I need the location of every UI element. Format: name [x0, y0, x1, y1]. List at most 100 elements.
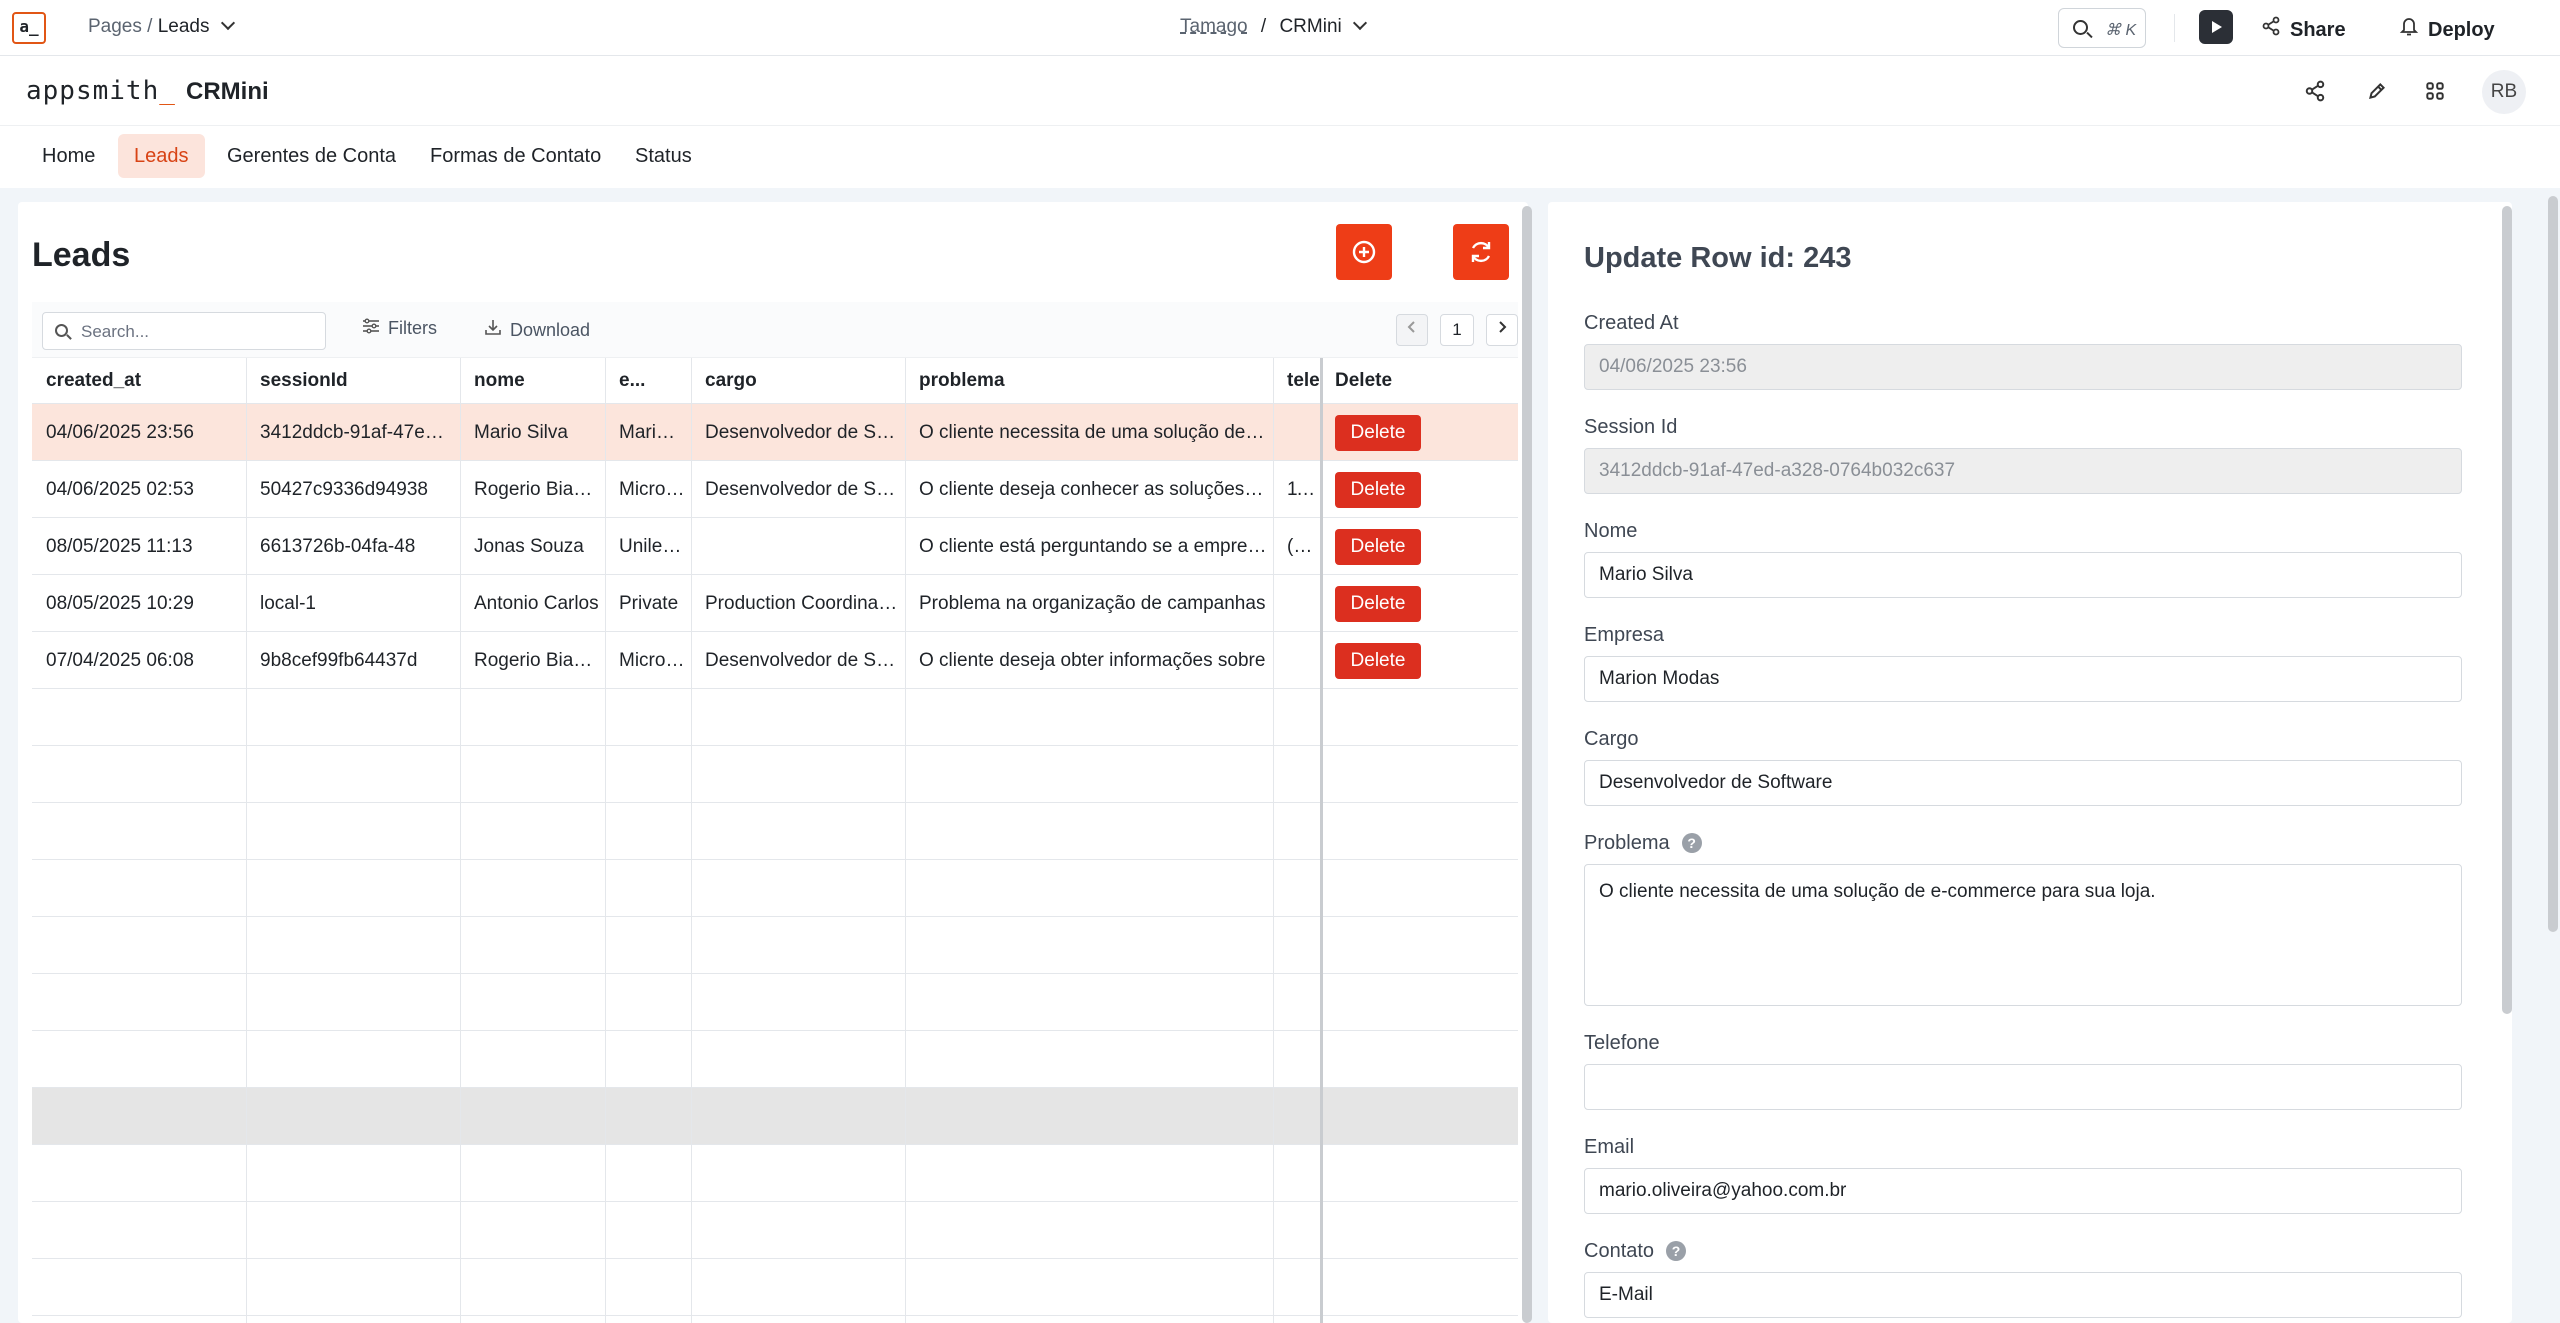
refresh-button[interactable]: [1453, 224, 1509, 280]
search-icon: [2073, 20, 2088, 35]
share-button[interactable]: Share: [2260, 16, 2346, 42]
cell-cargo: [691, 518, 905, 575]
update-row-form: Update Row id: 243 Created At Session Id…: [1548, 202, 2512, 1323]
pages-breadcrumb[interactable]: Pages / Leads: [88, 15, 235, 38]
delete-button[interactable]: Delete: [1335, 529, 1421, 565]
filters-icon: [362, 318, 382, 339]
app-logo-text: appsmith: [26, 76, 160, 106]
cell-created-at: 04/06/2025 23:56: [46, 422, 194, 443]
cell-session-id: 6613726b-04fa-48: [260, 536, 416, 557]
column-header-cargo[interactable]: cargo: [691, 358, 905, 404]
form-title: Update Row id: 243: [1584, 242, 1852, 274]
empty-table-row: [32, 1259, 1518, 1316]
apps-grid-icon[interactable]: [2420, 76, 2450, 106]
cell-delete: Delete: [1321, 461, 1518, 518]
form-scrollbar[interactable]: [2502, 206, 2512, 1014]
title-separator: /: [1260, 16, 1267, 37]
problema-textarea[interactable]: O cliente necessita de uma solução de e-…: [1584, 864, 2462, 1006]
delete-button[interactable]: Delete: [1335, 472, 1421, 508]
nav-item-leads[interactable]: Leads: [118, 134, 205, 178]
add-lead-button[interactable]: [1336, 224, 1392, 280]
workspace-name[interactable]: Tamago: [1180, 16, 1248, 37]
table-search[interactable]: [42, 312, 326, 350]
contato-select[interactable]: E-Mail: [1584, 1272, 2462, 1318]
table-row[interactable]: 07/04/2025 06:08 9b8cef99fb64437d Rogeri…: [32, 632, 1518, 689]
delete-button[interactable]: Delete: [1335, 586, 1421, 622]
nav-item-home[interactable]: Home: [26, 134, 111, 178]
table-row[interactable]: 08/05/2025 11:13 6613726b-04fa-48 Jonas …: [32, 518, 1518, 575]
cell-empresa: Microsoft: [619, 650, 691, 671]
cargo-field[interactable]: [1584, 760, 2462, 806]
telefone-field[interactable]: [1584, 1064, 2462, 1110]
column-divider: [246, 358, 247, 1323]
column-header-created-at[interactable]: created_at: [32, 358, 246, 404]
empresa-field[interactable]: [1584, 656, 2462, 702]
chevron-down-icon: [1352, 15, 1368, 31]
leads-title: Leads: [32, 236, 131, 274]
column-header-nome[interactable]: nome: [460, 358, 605, 404]
email-field[interactable]: [1584, 1168, 2462, 1214]
page-navigation: Home Leads Gerentes de Conta Formas de C…: [0, 126, 2560, 188]
cell-empresa: Microsoft: [619, 479, 691, 500]
table-scrollbar[interactable]: [1522, 206, 1532, 1323]
cell-nome: Rogerio Bianchi: [474, 650, 605, 671]
empty-table-row: [32, 1145, 1518, 1202]
column-header-telefone[interactable]: tele: [1273, 358, 1321, 404]
cell-empresa: Private: [619, 593, 679, 614]
table-search-input[interactable]: [81, 320, 311, 344]
appsmith-logo-icon[interactable]: a_: [12, 12, 46, 44]
empty-table-row: [32, 860, 1518, 917]
cell-delete: Delete: [1321, 404, 1518, 461]
avatar[interactable]: RB: [2482, 70, 2526, 114]
nome-field[interactable]: [1584, 552, 2462, 598]
cell-created-at: 04/06/2025 02:53: [46, 479, 194, 500]
created-at-field: [1584, 344, 2462, 390]
table-row[interactable]: 04/06/2025 02:53 50427c9336d94938 Rogeri…: [32, 461, 1518, 518]
app-title-breadcrumb[interactable]: Tamago / CRMini: [1180, 15, 1368, 38]
help-icon[interactable]: ?: [1666, 1241, 1687, 1261]
deploy-label: Deploy: [2428, 19, 2495, 41]
cell-nome: Mario Silva: [474, 422, 568, 443]
empty-table-row: [32, 917, 1518, 974]
column-header-session-id[interactable]: sessionId: [246, 358, 460, 404]
pencil-icon[interactable]: [2362, 76, 2392, 106]
cell-session-id: local-1: [260, 593, 316, 614]
delete-button[interactable]: Delete: [1335, 415, 1421, 451]
page-scrollbar[interactable]: [2548, 196, 2558, 932]
deploy-button[interactable]: Deploy: [2398, 16, 2495, 42]
nav-item-status[interactable]: Status: [619, 134, 708, 178]
help-icon[interactable]: ?: [1681, 833, 1702, 853]
cell-nome: Antonio Carlos: [474, 593, 599, 614]
column-divider: [460, 358, 461, 1323]
empty-table-row: [32, 1088, 1518, 1145]
cell-problema: O cliente deseja conhecer as soluções di…: [919, 479, 1273, 500]
table-row[interactable]: 08/05/2025 10:29 local-1 Antonio Carlos …: [32, 575, 1518, 632]
delete-button[interactable]: Delete: [1335, 643, 1421, 679]
refresh-icon: [1471, 241, 1491, 263]
previous-page-button[interactable]: [1396, 314, 1428, 346]
app-logo: appsmith_: [26, 76, 176, 106]
next-page-button[interactable]: [1486, 314, 1518, 346]
cargo-label: Cargo: [1584, 728, 1639, 750]
cell-problema: O cliente necessita de uma solução de e-…: [919, 422, 1273, 443]
cell-delete: Delete: [1321, 575, 1518, 632]
column-header-problema[interactable]: problema: [905, 358, 1273, 404]
download-button[interactable]: Download: [484, 318, 590, 341]
omnibar-search-button[interactable]: ⌘ K: [2058, 8, 2146, 48]
pages-label: Pages: [88, 16, 142, 37]
empty-table-row: [32, 974, 1518, 1031]
cell-cargo: Desenvolvedor de Software: [705, 650, 905, 671]
nav-item-gerentes-de-conta[interactable]: Gerentes de Conta: [211, 134, 412, 178]
cell-created-at: 08/05/2025 11:13: [46, 536, 193, 557]
contato-label: Contato?: [1584, 1240, 1687, 1263]
nav-item-formas-de-contato[interactable]: Formas de Contato: [414, 134, 617, 178]
preview-play-button[interactable]: [2199, 10, 2233, 44]
table-row[interactable]: 04/06/2025 23:56 3412ddcb-91af-47ed-a328…: [32, 404, 1518, 461]
app-name: CRMini: [186, 78, 269, 105]
filters-button[interactable]: Filters: [362, 318, 437, 339]
empty-table-row: [32, 803, 1518, 860]
column-header-empresa[interactable]: e...: [605, 358, 691, 404]
session-id-label: Session Id: [1584, 416, 1678, 438]
problema-label-text: Problema: [1584, 832, 1670, 854]
share-icon[interactable]: [2300, 76, 2330, 106]
